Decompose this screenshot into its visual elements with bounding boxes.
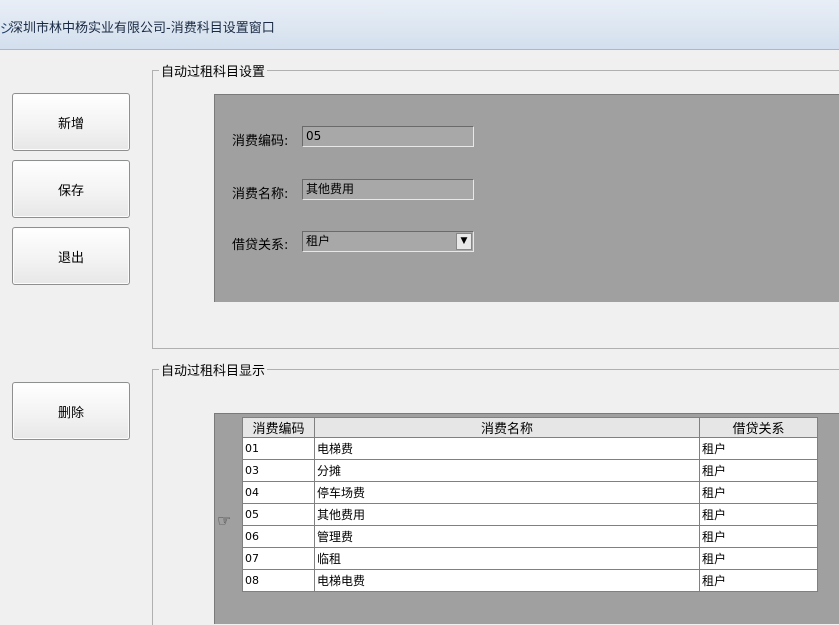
cell-code[interactable]: 07 [242, 547, 315, 570]
title-bar: ジ 深圳市林中杨实业有限公司-消费科目设置窗口 [0, 0, 839, 50]
relation-label: 借贷关系: [232, 238, 289, 253]
settings-form-panel: 消费编码: 05 消费名称: 其他费用 借贷关系: 租户 ▼ [214, 94, 839, 302]
cell-relation[interactable]: 租户 [699, 481, 818, 504]
cell-code[interactable]: 03 [242, 459, 315, 482]
name-field[interactable]: 其他费用 [302, 179, 474, 200]
cell-code[interactable]: 06 [242, 525, 315, 548]
cell-name[interactable]: 临租 [314, 547, 700, 570]
table-row[interactable]: 05 其他费用 租户 [242, 503, 818, 526]
table-row[interactable]: 01 电梯费 租户 [242, 437, 818, 460]
table-row[interactable]: 04 停车场费 租户 [242, 481, 818, 504]
table-row[interactable]: 06 管理费 租户 [242, 525, 818, 548]
cell-relation[interactable]: 租户 [699, 503, 818, 526]
relation-select-value: 租户 [306, 234, 331, 248]
cell-name[interactable]: 其他费用 [314, 503, 700, 526]
cell-relation[interactable]: 租户 [699, 525, 818, 548]
table-row[interactable]: 08 电梯电费 租户 [242, 569, 818, 592]
cell-relation[interactable]: 租户 [699, 459, 818, 482]
cell-code[interactable]: 08 [242, 569, 315, 592]
cell-code[interactable]: 01 [242, 437, 315, 460]
cell-name[interactable]: 停车场费 [314, 481, 700, 504]
code-label: 消费编码: [232, 134, 289, 149]
exit-button[interactable]: 退出 [12, 227, 130, 285]
settings-legend: 自动过租科目设置 [159, 61, 268, 80]
relation-select[interactable]: 租户 ▼ [302, 231, 474, 252]
cell-name[interactable]: 管理费 [314, 525, 700, 548]
hand-pointer-icon: ☞ [217, 511, 232, 530]
cell-name[interactable]: 电梯费 [314, 437, 700, 460]
grid-panel: ☞ 消费编码 消费名称 借贷关系 01 电梯费 租户 03 分摊 租户 04 停… [214, 413, 839, 624]
column-header-name[interactable]: 消费名称 [314, 417, 700, 438]
display-legend: 自动过租科目显示 [159, 360, 268, 379]
cell-code[interactable]: 05 [242, 503, 315, 526]
table-header: 消费编码 消费名称 借贷关系 [242, 417, 818, 438]
cell-name[interactable]: 分摊 [314, 459, 700, 482]
chevron-down-icon[interactable]: ▼ [456, 233, 472, 250]
column-header-code[interactable]: 消费编码 [242, 417, 315, 438]
name-label: 消费名称: [232, 187, 289, 202]
cell-code[interactable]: 04 [242, 481, 315, 504]
window-title: 深圳市林中杨实业有限公司-消费科目设置窗口 [10, 21, 275, 36]
cell-relation[interactable]: 租户 [699, 437, 818, 460]
left-toolbar: 新增 保存 退出 删除 [0, 50, 145, 624]
cell-name[interactable]: 电梯电费 [314, 569, 700, 592]
code-field[interactable]: 05 [302, 126, 474, 147]
cell-relation[interactable]: 租户 [699, 569, 818, 592]
new-button[interactable]: 新增 [12, 93, 130, 151]
table-row[interactable]: 07 临租 租户 [242, 547, 818, 570]
column-header-relation[interactable]: 借贷关系 [699, 417, 818, 438]
table-row[interactable]: 03 分摊 租户 [242, 459, 818, 482]
subject-table: 消费编码 消费名称 借贷关系 01 电梯费 租户 03 分摊 租户 04 停车场… [242, 417, 818, 592]
delete-button[interactable]: 删除 [12, 382, 130, 440]
save-button[interactable]: 保存 [12, 160, 130, 218]
cell-relation[interactable]: 租户 [699, 547, 818, 570]
